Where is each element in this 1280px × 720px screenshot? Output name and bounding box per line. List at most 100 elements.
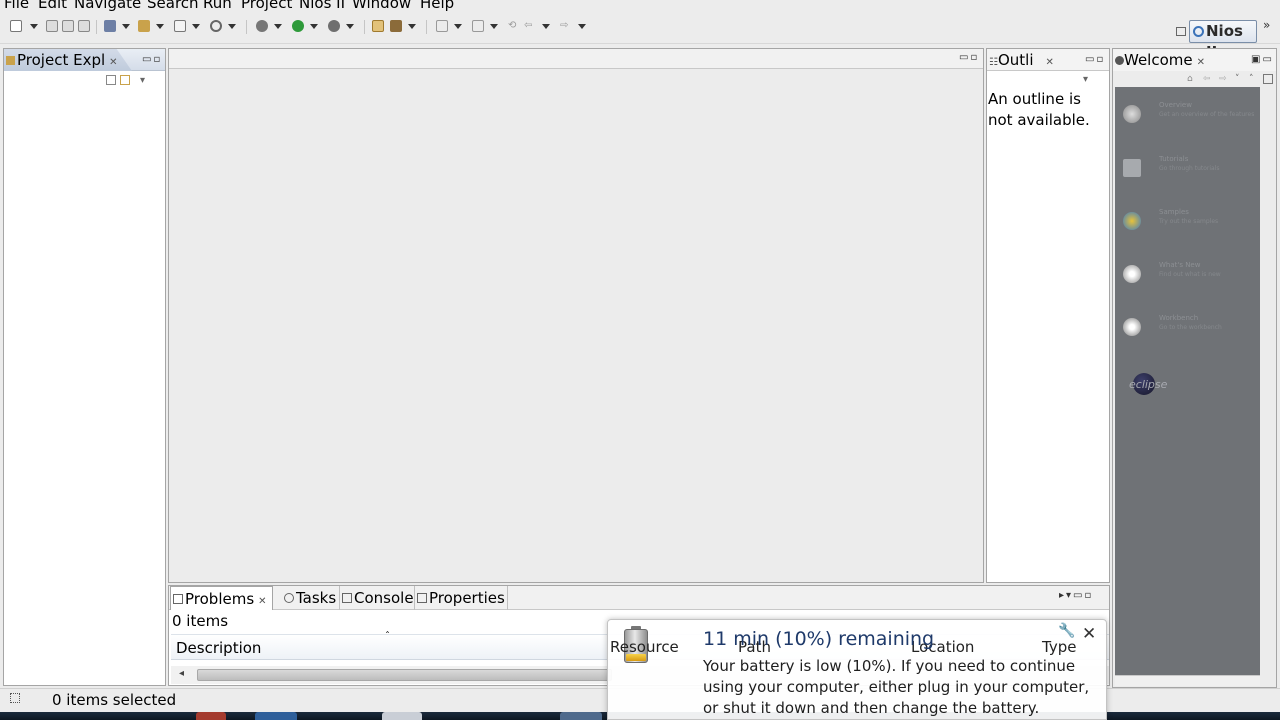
project-explorer-view: Project Expl ✕ ▭▫ ▾ (3, 48, 166, 686)
taskbar-button[interactable] (255, 712, 297, 720)
home-icon[interactable]: ⌂ (1187, 74, 1197, 84)
tab-tasks[interactable]: Tasks (282, 586, 336, 610)
debug-icon[interactable] (256, 20, 268, 32)
minimize-maximize-icons[interactable]: ▭▫ (142, 54, 162, 65)
build-dropdown-icon[interactable] (122, 23, 130, 29)
new-file-dropdown-icon[interactable] (192, 23, 200, 29)
build-icon[interactable] (104, 20, 116, 32)
new-icon[interactable] (10, 20, 22, 32)
link-editor-icon[interactable] (120, 75, 130, 85)
outline-view: ☷Outli ✕ ▭▫ ▾ An outline is not available… (986, 48, 1110, 583)
run-dropdown-icon[interactable] (310, 23, 318, 29)
tab-console-label: Console (354, 589, 414, 607)
new-project-icon[interactable] (138, 20, 150, 32)
back-dropdown-icon[interactable] (542, 23, 550, 29)
welcome-forward-icon[interactable]: ⇨ (1219, 74, 1229, 84)
wrench-icon[interactable]: 🔧 (1058, 623, 1075, 639)
project-explorer-tab[interactable]: Project Expl ✕ (6, 48, 118, 72)
menu-run[interactable]: Run (203, 0, 232, 12)
search-dropdown-icon[interactable] (408, 23, 416, 29)
forward-dropdown-icon[interactable] (578, 23, 586, 29)
tab-properties[interactable]: Properties (414, 586, 508, 610)
open-type-icon[interactable] (372, 20, 384, 32)
welcome-minimize-icon[interactable]: ˅ (1235, 74, 1245, 84)
external-tools-dropdown-icon[interactable] (346, 23, 354, 29)
notification-title: 11 min (10%) remaining (703, 628, 935, 650)
menu-bar: File Edit Navigate Search Run Project Ni… (0, 0, 1280, 12)
next-annotation-icon[interactable] (436, 20, 448, 32)
run-icon[interactable] (292, 20, 304, 32)
problems-count: 0 items (172, 612, 229, 630)
editor-minimize-maximize-icons[interactable]: ▭▫ (959, 52, 979, 63)
battery-notification[interactable]: Resource Path Location Type 11 min (10%)… (607, 619, 1107, 720)
problems-view-menu-icons[interactable]: ▸▾▭▫ (1059, 590, 1093, 601)
welcome-item-samples[interactable]: Samples Try out the samples (1123, 208, 1253, 236)
close-icon[interactable]: ✕ (258, 596, 266, 607)
target-dropdown-icon[interactable] (228, 23, 236, 29)
prev-annotation-icon[interactable] (472, 20, 484, 32)
external-tools-icon[interactable] (328, 20, 340, 32)
taskbar-button[interactable] (382, 712, 422, 720)
menu-window[interactable]: Window (352, 0, 411, 12)
whats-new-icon (1123, 265, 1141, 283)
forward-icon[interactable]: ⇨ (560, 20, 572, 32)
welcome-maximize-icon[interactable]: ˄ (1249, 74, 1259, 84)
save-icon[interactable] (46, 20, 58, 32)
column-resource[interactable]: Resource (610, 638, 679, 656)
prev-annotation-dropdown-icon[interactable] (490, 23, 498, 29)
collapse-all-icon[interactable] (106, 75, 116, 85)
last-edit-icon[interactable]: ⟲ (508, 20, 520, 32)
welcome-item-workbench[interactable]: Workbench Go to the workbench (1123, 314, 1253, 342)
new-dropdown-icon[interactable] (30, 23, 38, 29)
welcome-tab[interactable]: Welcome ✕ (1115, 48, 1205, 72)
new-file-icon[interactable] (174, 20, 186, 32)
column-description[interactable]: Description (176, 639, 261, 657)
target-icon[interactable] (210, 20, 222, 32)
welcome-view: Welcome ✕ ▣▭ ⌂ ⇦ ⇨ ˅ ˄ Overview Get an ov… (1112, 48, 1277, 688)
search-tool-icon[interactable] (390, 20, 402, 32)
overview-icon (1123, 105, 1141, 123)
more-perspectives-icon[interactable]: » (1263, 18, 1270, 32)
welcome-minimize-maximize-icons[interactable]: ▣▭ (1251, 54, 1274, 65)
welcome-item-tutorials[interactable]: Tutorials Go through tutorials (1123, 155, 1253, 183)
column-type[interactable]: Type (1042, 638, 1076, 656)
tab-problems[interactable]: Problems ✕ (170, 586, 273, 610)
close-icon[interactable]: ✕ (1082, 624, 1096, 644)
close-icon[interactable]: ✕ (109, 57, 117, 68)
close-icon[interactable]: ✕ (1046, 57, 1054, 68)
new-project-dropdown-icon[interactable] (156, 23, 164, 29)
scroll-thumb[interactable] (197, 669, 612, 681)
next-annotation-dropdown-icon[interactable] (454, 23, 462, 29)
open-perspective-icon[interactable] (1176, 27, 1186, 36)
view-menu-icon[interactable]: ▾ (1083, 74, 1093, 85)
fast-view-icon[interactable] (10, 693, 20, 703)
welcome-item-whats-new[interactable]: What's New Find out what is new (1123, 261, 1253, 289)
outline-minimize-maximize-icons[interactable]: ▭▫ (1085, 54, 1105, 65)
save-all-icon[interactable] (62, 20, 74, 32)
print-icon[interactable] (78, 20, 90, 32)
outline-tab[interactable]: ☷Outli ✕ (989, 48, 1054, 72)
tab-properties-label: Properties (429, 589, 505, 607)
close-icon[interactable]: ✕ (1197, 57, 1205, 68)
welcome-item-overview[interactable]: Overview Get an overview of the features (1123, 101, 1254, 129)
menu-file[interactable]: File (4, 0, 29, 12)
scroll-left-icon[interactable]: ◂ (179, 668, 184, 679)
view-menu-icon[interactable]: ▾ (140, 75, 150, 86)
debug-dropdown-icon[interactable] (274, 23, 282, 29)
back-icon[interactable]: ⇦ (524, 20, 536, 32)
menu-search[interactable]: Search (147, 0, 199, 12)
menu-help[interactable]: Help (420, 0, 454, 12)
perspective-button[interactable]: Nios II (1189, 20, 1257, 61)
welcome-scrollbar[interactable] (1115, 675, 1260, 686)
menu-navigate[interactable]: Navigate (74, 0, 141, 12)
tab-console[interactable]: Console (339, 586, 414, 610)
menu-edit[interactable]: Edit (38, 0, 67, 12)
menu-nios-ii[interactable]: Nios II (299, 0, 345, 12)
taskbar-button[interactable] (560, 712, 602, 720)
welcome-restore-icon[interactable] (1263, 74, 1273, 84)
welcome-back-icon[interactable]: ⇦ (1203, 74, 1213, 84)
welcome-item-title: Tutorials (1159, 155, 1189, 163)
taskbar-button[interactable] (196, 712, 226, 720)
welcome-item-title: What's New (1159, 261, 1201, 269)
menu-project[interactable]: Project (241, 0, 292, 12)
